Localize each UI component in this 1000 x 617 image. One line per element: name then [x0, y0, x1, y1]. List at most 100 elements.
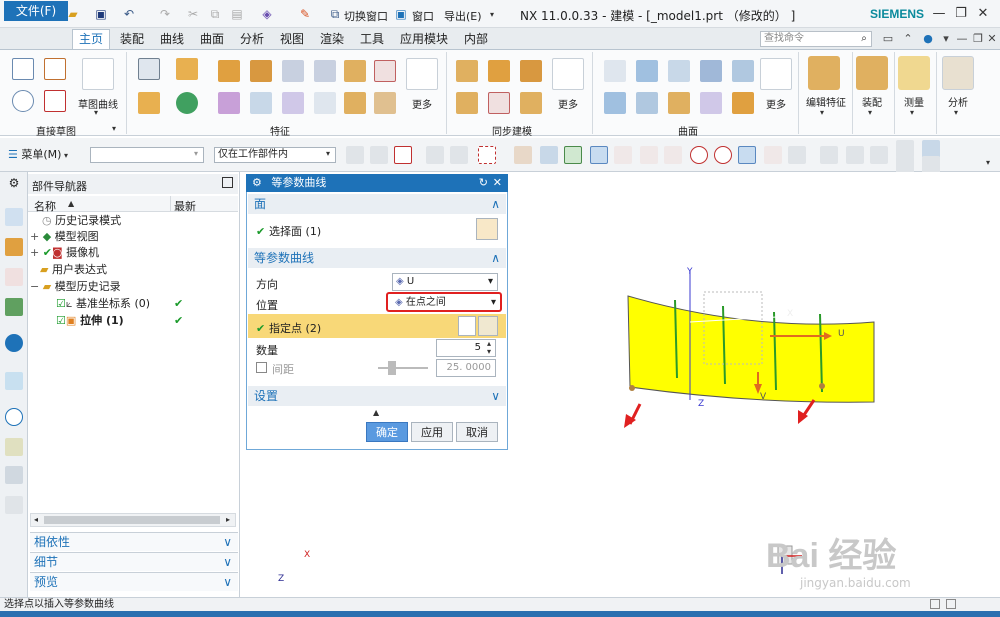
search-icon[interactable]: ⌕	[856, 31, 872, 47]
tab-curve[interactable]: 曲线	[154, 30, 190, 50]
edit-feature-icon[interactable]	[808, 56, 840, 90]
assembly-label[interactable]: 装配	[854, 94, 890, 109]
navigator-maximize-icon[interactable]	[222, 177, 233, 188]
minimize-window-icon[interactable]: —	[930, 5, 948, 23]
tree-row-user-expressions[interactable]: ▰ 用户表达式	[30, 262, 107, 278]
redo-icon[interactable]: ↷	[156, 6, 174, 22]
process-studio-icon[interactable]	[5, 466, 23, 484]
expand-icon[interactable]: +	[30, 246, 43, 259]
resize-blend-icon[interactable]	[520, 92, 542, 114]
doc-close-icon[interactable]: ✕	[984, 31, 1000, 47]
move-face-icon[interactable]	[456, 60, 478, 82]
export-menu[interactable]: 导出(E)	[444, 8, 482, 24]
hole-icon[interactable]	[218, 60, 240, 82]
swept-icon[interactable]	[700, 60, 722, 82]
select-face-label[interactable]: ✔ 选择面 (1)	[256, 223, 321, 239]
face-selector-icon[interactable]	[476, 218, 498, 240]
edge-blend-icon[interactable]	[250, 92, 272, 114]
sew-icon[interactable]	[700, 92, 722, 114]
file-menu-tab[interactable]: 文件(F)	[4, 1, 68, 21]
tab-view[interactable]: 视图	[274, 30, 310, 50]
snap-curve-icon[interactable]	[640, 146, 658, 164]
offset-region-icon[interactable]	[520, 60, 542, 82]
doc-minimize-icon[interactable]: —	[954, 31, 970, 47]
reuse-library-icon[interactable]	[5, 298, 23, 316]
specify-point-label[interactable]: ✔ 指定点 (2)	[256, 320, 321, 336]
sort-ascending-icon[interactable]: ▲	[68, 199, 74, 208]
section-preview[interactable]: 预览 ∨	[30, 572, 238, 591]
close-icon[interactable]: ✕	[493, 174, 502, 192]
group-dropdown-icon[interactable]: ▾	[112, 124, 116, 133]
paste-icon[interactable]: ▤	[228, 6, 246, 22]
offset-face-icon[interactable]	[374, 92, 396, 114]
status-icon-1[interactable]	[930, 599, 940, 609]
roles-icon[interactable]	[5, 496, 23, 514]
hd3d-tools-icon[interactable]	[5, 334, 23, 352]
spacing-slider-track[interactable]	[378, 367, 428, 369]
snap-intersection-icon[interactable]	[664, 146, 682, 164]
n-sided-surface-icon[interactable]	[604, 92, 626, 114]
general-point-icon[interactable]	[370, 146, 388, 164]
sketch-curve-icon[interactable]	[82, 58, 114, 90]
section-isoparametric-curve[interactable]: 等参数曲线 ∧	[248, 248, 506, 268]
undo-icon[interactable]: ↶	[120, 6, 138, 22]
ribbon-options-icon[interactable]: ▭	[880, 31, 896, 47]
dialog-title-bar[interactable]: ⚙ 等参数曲线 ↻ ✕	[246, 174, 508, 192]
intersect-icon[interactable]	[314, 60, 336, 82]
column-name-header[interactable]: 名称	[34, 198, 56, 214]
collapse-ribbon-icon[interactable]: ⌃	[900, 31, 916, 47]
edit-feature-label[interactable]: 编辑特征	[800, 94, 852, 109]
tab-tools[interactable]: 工具	[354, 30, 390, 50]
collapse-icon[interactable]: −	[30, 280, 43, 293]
status-icon-2[interactable]	[946, 599, 956, 609]
pull-face-icon[interactable]	[488, 60, 510, 82]
constraint-navigator-icon[interactable]	[5, 238, 23, 256]
render-style-icon[interactable]: ◈	[258, 6, 276, 22]
cut-icon[interactable]: ✂	[184, 6, 202, 22]
type-filter-dropdown-icon[interactable]: ▾	[194, 149, 198, 158]
switch-window-button[interactable]: 切换窗口	[344, 8, 388, 24]
switch-window-icon[interactable]: ⧉	[326, 6, 344, 22]
finish-sketch-icon[interactable]	[44, 58, 66, 80]
repeat-command-icon[interactable]: ✎	[296, 6, 314, 22]
thicken-icon[interactable]	[732, 92, 754, 114]
select-body-icon[interactable]	[540, 146, 558, 164]
point-dialog-icon[interactable]	[458, 316, 476, 336]
extrude-icon[interactable]	[176, 58, 198, 80]
unite-sphere-icon[interactable]	[176, 92, 198, 114]
studio-surface-icon[interactable]	[732, 60, 754, 82]
reset-icon[interactable]: ↻	[479, 174, 488, 192]
trim-body-icon[interactable]	[314, 92, 336, 114]
ruled-surface-icon[interactable]	[604, 60, 626, 82]
feature-select-icon[interactable]	[426, 146, 444, 164]
snap-on-face-icon[interactable]	[788, 146, 806, 164]
system-materials-icon[interactable]	[5, 438, 23, 456]
measure-label[interactable]: 测量	[896, 94, 932, 109]
inferred-point-icon[interactable]	[478, 316, 498, 336]
help-dropdown-icon[interactable]: ▾	[938, 31, 954, 47]
spacing-slider-handle[interactable]	[388, 361, 396, 375]
analysis-dropdown-icon[interactable]: ▾	[954, 108, 958, 117]
apply-button[interactable]: 应用	[411, 422, 453, 442]
snap-existing-point-icon[interactable]	[738, 146, 756, 164]
zoom-fit-icon[interactable]	[820, 146, 838, 164]
analysis-label[interactable]: 分析	[940, 94, 976, 109]
section-dependencies[interactable]: 相依性 ∨	[30, 532, 238, 551]
unite-icon[interactable]	[250, 60, 272, 82]
export-dropdown-icon[interactable]: ▾	[490, 10, 494, 19]
position-select[interactable]: ◈ 在点之间 ▾	[386, 292, 502, 312]
tab-home[interactable]: 主页	[72, 29, 111, 49]
rotate-view-icon[interactable]	[870, 146, 888, 164]
snap-center-icon[interactable]	[690, 146, 708, 164]
section-details[interactable]: 细节 ∨	[30, 552, 238, 571]
pattern-icon[interactable]	[344, 60, 366, 82]
expand-icon[interactable]: +	[30, 230, 43, 243]
viewport-canvas[interactable]	[512, 172, 1000, 597]
web-browser-icon[interactable]	[5, 372, 23, 390]
datum-plane-icon[interactable]	[138, 58, 160, 80]
edit-feature-dropdown-icon[interactable]: ▾	[820, 108, 824, 117]
checkbox-checked-icon[interactable]: ☑	[56, 297, 66, 310]
scroll-left-icon[interactable]: ◂	[34, 515, 38, 524]
snap-line-icon[interactable]	[590, 146, 608, 164]
scrollbar-thumb[interactable]	[44, 516, 220, 524]
